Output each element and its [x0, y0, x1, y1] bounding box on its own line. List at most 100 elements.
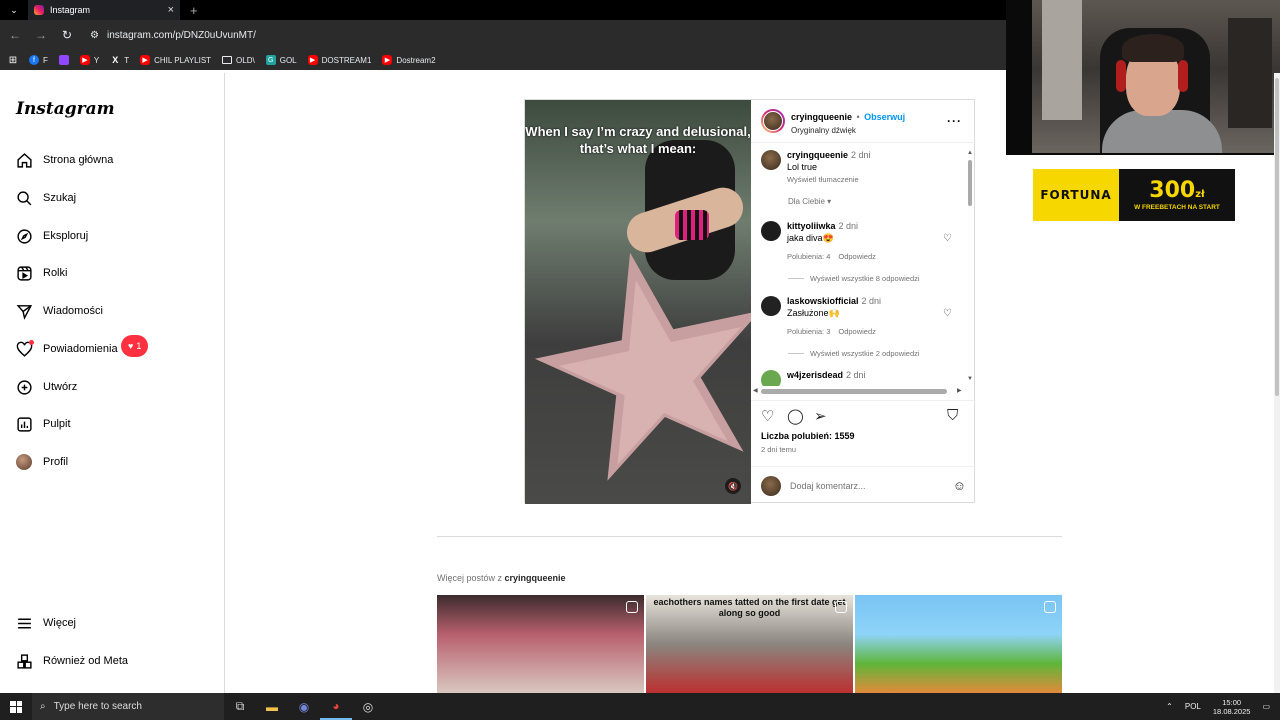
- fortuna-offer: 300zł W FREEBETACH NA START: [1119, 169, 1235, 221]
- offer-currency: zł: [1195, 188, 1205, 200]
- youtube-icon: ▶: [140, 55, 151, 65]
- mute-icon[interactable]: 🔇: [725, 478, 741, 494]
- bookmark-dostream1[interactable]: ▶ DOSTREAM1: [307, 55, 371, 65]
- commenter-avatar[interactable]: [761, 150, 781, 170]
- file-explorer-icon[interactable]: ▬: [256, 693, 288, 720]
- add-comment-input[interactable]: Dodaj komentarz...: [790, 481, 944, 491]
- close-tab-icon[interactable]: ×: [168, 4, 174, 16]
- reply-link[interactable]: Odpowiedz: [838, 327, 876, 336]
- obs-icon[interactable]: ◎: [352, 693, 384, 720]
- forward-icon[interactable]: →: [34, 28, 48, 42]
- windows-logo-icon: [10, 700, 22, 713]
- comments-scrollbar[interactable]: ▲ ▼: [967, 150, 973, 390]
- comment-item: kittyoliiwka 2 dni jaka diva😍 Polubienia:…: [761, 221, 961, 261]
- bookmark-gol[interactable]: G GOL: [265, 55, 297, 65]
- audio-label[interactable]: Oryginalny dźwięk: [791, 126, 905, 135]
- bookmark-chil-playlist[interactable]: ▶ CHIL PLAYLIST: [140, 55, 211, 65]
- sidebar-item-profile[interactable]: Profil: [15, 453, 68, 471]
- bookmark-y[interactable]: ▶ Y: [79, 55, 99, 65]
- site-info-icon[interactable]: ⚙: [90, 30, 99, 41]
- dashboard-icon: [15, 415, 33, 433]
- instagram-favicon-icon: [34, 5, 44, 15]
- author-username[interactable]: cryingqueenie: [791, 112, 852, 122]
- bookmark-twitch[interactable]: [58, 55, 69, 65]
- comment-icon[interactable]: ◯: [787, 407, 804, 425]
- sidebar-item-explore[interactable]: Eksploruj: [15, 227, 88, 245]
- messenger-icon: [15, 302, 33, 320]
- author-avatar[interactable]: [761, 109, 785, 133]
- webcam-image: [1032, 0, 1280, 153]
- url-field[interactable]: ⚙ instagram.com/p/DNZ0uUvunMT/: [90, 30, 256, 41]
- task-view-icon[interactable]: ⧉: [224, 693, 256, 720]
- tab-search-button[interactable]: ⌄: [0, 0, 28, 20]
- x-icon: X: [112, 55, 119, 65]
- post-thumbnail[interactable]: [855, 595, 1062, 693]
- notification-dot: [29, 340, 34, 345]
- reply-link[interactable]: Odpowiedz: [838, 252, 876, 261]
- start-button[interactable]: [0, 693, 32, 720]
- sidebar-item-create[interactable]: Utwórz: [15, 378, 77, 396]
- commenter-avatar[interactable]: [761, 221, 781, 241]
- webcam-overlay: [1006, 0, 1280, 155]
- instagram-logo[interactable]: Instagram: [16, 99, 115, 119]
- share-icon[interactable]: ➢: [814, 407, 827, 425]
- apps-grid-icon: ⊞: [8, 54, 18, 66]
- like-icon[interactable]: ♡: [761, 407, 774, 425]
- sidebar-item-search[interactable]: Szukaj: [15, 189, 76, 207]
- apps-button[interactable]: ⊞: [8, 54, 18, 66]
- youtube-icon: ▶: [382, 55, 393, 65]
- bookmark-f[interactable]: fF: [29, 55, 48, 65]
- likes-count[interactable]: Liczba polubień: 1559: [761, 431, 855, 441]
- emoji-icon[interactable]: ☺: [953, 478, 966, 493]
- bookmark-dostream2[interactable]: ▶ Dostream2: [382, 55, 436, 65]
- view-replies[interactable]: Wyświetl wszystkie 8 odpowiedzi: [788, 274, 920, 283]
- sort-dropdown[interactable]: Dla Ciebie ▾: [788, 197, 831, 206]
- discord-icon[interactable]: ◉: [288, 693, 320, 720]
- home-icon: [15, 151, 33, 169]
- sidebar-item-reels[interactable]: Rolki: [15, 264, 67, 282]
- post-header: cryingqueenie • Obserwuj Oryginalny dźwi…: [751, 100, 976, 143]
- search-icon: [15, 189, 33, 207]
- reload-icon[interactable]: ↻: [60, 28, 74, 42]
- translate-link[interactable]: Wyświetl tłumaczenie: [787, 175, 871, 184]
- back-icon[interactable]: ←: [8, 28, 22, 42]
- bookmark-t[interactable]: XT: [110, 55, 129, 65]
- new-tab-button[interactable]: +: [190, 3, 198, 18]
- post-video[interactable]: When I say I’m crazy and delusional, tha…: [525, 100, 751, 504]
- browser-tabbar: ⌄ Instagram × +: [0, 0, 1006, 20]
- post-thumbnail[interactable]: [437, 595, 644, 693]
- notifications-icon[interactable]: ▭: [1262, 702, 1270, 711]
- fortuna-logo: FORTUNA: [1040, 188, 1112, 202]
- like-comment-icon[interactable]: ♡: [943, 233, 952, 244]
- follow-button[interactable]: Obserwuj: [864, 112, 905, 122]
- sidebar-item-more[interactable]: Więcej: [15, 614, 76, 632]
- language-indicator[interactable]: POL: [1185, 702, 1201, 711]
- save-icon[interactable]: ⛉: [947, 407, 958, 424]
- tray-arrow-icon[interactable]: ⌃: [1166, 702, 1173, 711]
- section-divider: [437, 536, 1062, 537]
- more-options-icon[interactable]: ···: [947, 114, 962, 128]
- view-replies[interactable]: Wyświetl wszystkie 2 odpowiedzi: [788, 349, 920, 358]
- comments-hscrollbar[interactable]: ◀ ▶: [753, 387, 963, 395]
- clock[interactable]: 15:00 18.08.2025: [1213, 698, 1251, 716]
- post-thumbnail[interactable]: eachothers names tatted on the first dat…: [646, 595, 853, 693]
- like-comment-icon[interactable]: ♡: [943, 308, 952, 319]
- comments-list: cryingqueenie 2 dni Lol true Wyświetl tłu…: [751, 144, 976, 386]
- sidebar-item-meta[interactable]: Również od Meta: [15, 652, 128, 670]
- instagram-sidebar: Instagram Strona główna Szukaj Eksploruj…: [0, 73, 225, 693]
- address-bar-row: ← → ↻ ⚙ instagram.com/p/DNZ0uUvunMT/: [0, 20, 1006, 50]
- browser-tab[interactable]: Instagram ×: [28, 0, 180, 20]
- sidebar-item-dashboard[interactable]: Pulpit: [15, 415, 71, 433]
- notification-badge[interactable]: ♥ 1: [121, 335, 149, 357]
- taskbar-search[interactable]: ⌕ Type here to search: [32, 693, 224, 720]
- commenter-avatar[interactable]: [761, 296, 781, 316]
- more-posts-grid: eachothers names tatted on the first dat…: [437, 595, 1062, 693]
- sidebar-item-home[interactable]: Strona główna: [15, 151, 113, 169]
- more-posts-user[interactable]: cryingqueenie: [505, 573, 566, 583]
- sidebar-item-messages[interactable]: Wiadomości: [15, 302, 103, 320]
- twitch-icon: [58, 55, 69, 65]
- page-scrollbar-thumb[interactable]: [1275, 78, 1279, 396]
- chrome-icon[interactable]: ◕: [320, 693, 352, 720]
- commenter-avatar[interactable]: [761, 370, 781, 386]
- bookmark-old[interactable]: OLD\: [222, 56, 255, 65]
